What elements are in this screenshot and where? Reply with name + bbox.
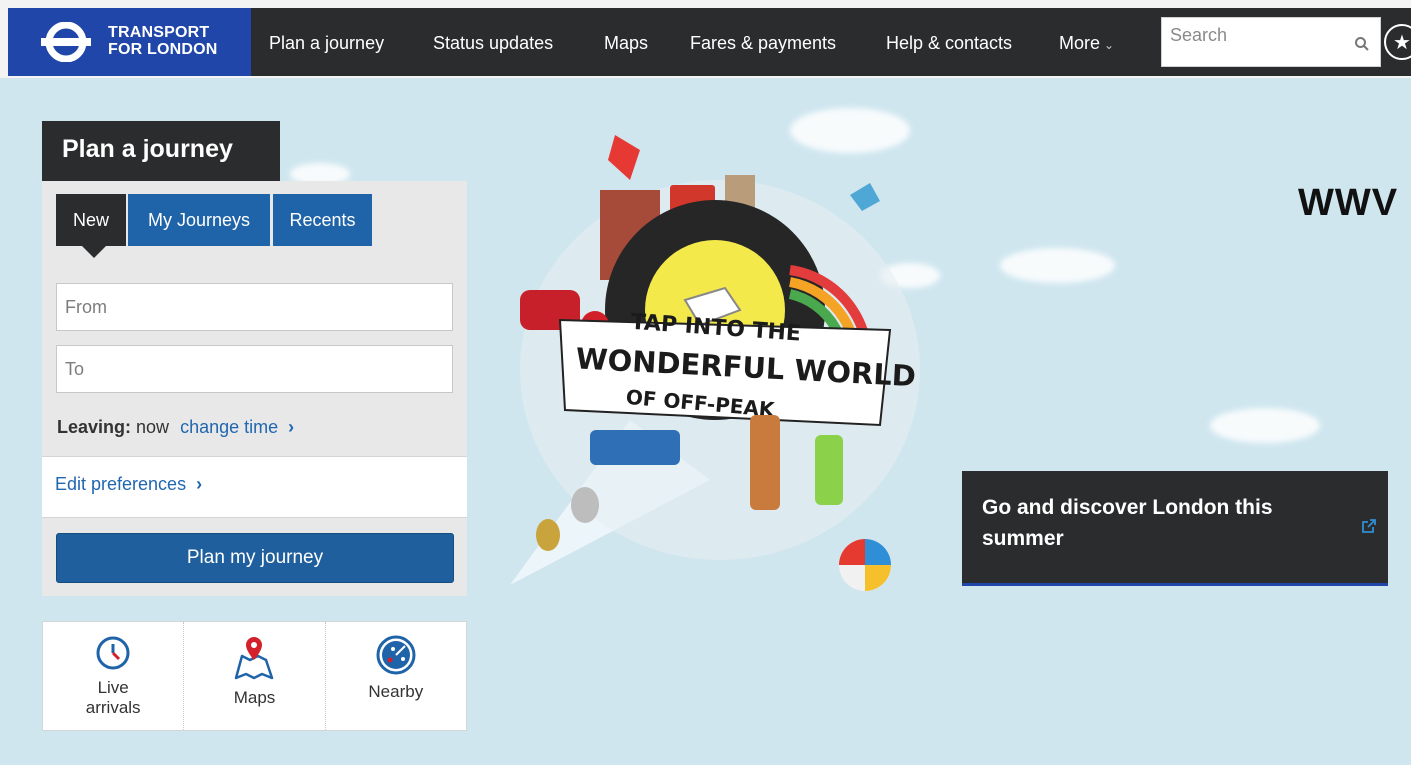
chevron-down-icon: ⌄ [1104,38,1115,52]
search-input[interactable] [1162,18,1342,66]
search-box [1161,17,1381,67]
quick-links: Live arrivals Maps Nearby [42,621,467,731]
nav-more[interactable]: More ⌄ [1059,33,1114,54]
quick-link-maps[interactable]: Maps [184,622,326,730]
nav-help-contacts[interactable]: Help & contacts [886,33,1012,54]
chevron-right-icon: › [288,417,295,437]
quick-link-nearby[interactable]: Nearby [326,622,466,730]
from-field[interactable] [56,283,453,331]
tab-my-journeys[interactable]: My Journeys [128,194,270,246]
nav-fares-payments[interactable]: Fares & payments [690,33,836,54]
maps-label: Maps [233,688,276,707]
change-time-link[interactable]: change time › [180,417,294,437]
roundel-icon [41,22,91,62]
promo-card[interactable]: Go and discover London this summer [962,471,1388,586]
nav-status-updates[interactable]: Status updates [433,33,553,54]
live-arrivals-label-line-1: Live [97,678,129,697]
chevron-right-icon: › [196,474,203,494]
promo-text: Go and discover London this summer [982,496,1273,550]
edit-preferences-row: Edit preferences › [42,456,467,518]
radar-icon [376,635,416,675]
live-arrivals-label-line-2: arrivals [85,698,141,717]
edit-preferences-link[interactable]: Edit preferences › [55,474,202,494]
plan-journey-panel: New My Journeys Recents Leaving: now cha… [42,181,467,596]
external-link-icon [1362,519,1376,533]
tfl-logo[interactable]: TRANSPORT FOR LONDON [8,8,251,76]
hero-url-text: WWV [1298,182,1399,224]
nav-plan-journey[interactable]: Plan a journey [269,33,384,54]
plan-journey-title: Plan a journey [42,121,280,181]
cloud [1000,248,1115,283]
main-nav: TRANSPORT FOR LONDON Plan a journey Stat… [8,8,1411,76]
nav-more-label: More [1059,33,1101,53]
tab-new[interactable]: New [56,194,126,258]
off-peak-illustration[interactable]: TAP INTO THE WONDERFUL WORLD OF OFF-PEAK [470,120,950,600]
nearby-label: Nearby [368,682,424,701]
search-icon[interactable] [1354,36,1370,52]
plan-my-journey-button[interactable]: Plan my journey [56,533,454,583]
edit-preferences-label: Edit preferences [55,474,187,494]
star-icon[interactable]: ★ [1384,24,1411,60]
top-bar: TRANSPORT FOR LONDON Plan a journey Stat… [0,0,1411,78]
brand-line-1: TRANSPORT [108,24,210,41]
live-arrivals-label: Live arrivals [86,678,141,718]
leaving-value: now [136,417,170,437]
brand-line-2: FOR LONDON [108,41,218,58]
tab-recents[interactable]: Recents [273,194,372,246]
brand-name: TRANSPORT FOR LONDON [108,24,218,58]
nav-maps[interactable]: Maps [604,33,648,54]
leaving-label: Leaving: [57,417,132,437]
to-field[interactable] [56,345,453,393]
change-time-label: change time [180,417,279,437]
map-pin-icon [235,637,274,680]
leaving-row: Leaving: now change time › [57,417,294,438]
cloud [1210,408,1320,443]
clock-icon [96,636,130,670]
quick-link-live-arrivals[interactable]: Live arrivals [43,622,185,730]
